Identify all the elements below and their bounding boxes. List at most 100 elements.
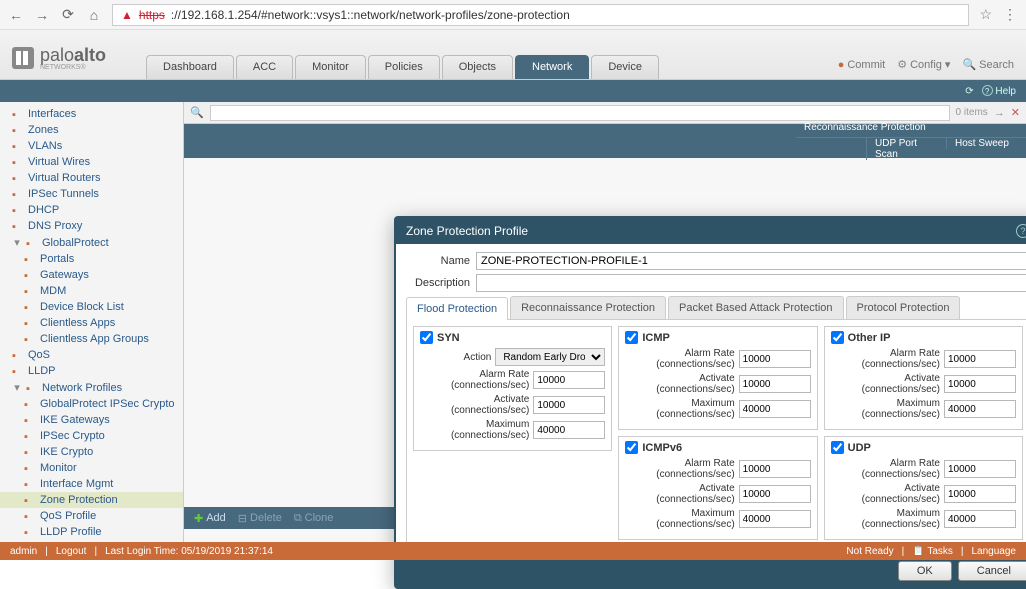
sidebar-item-dhcp[interactable]: ▪DHCP — [0, 202, 183, 218]
syn-alarm-input[interactable] — [533, 371, 605, 389]
logout-link[interactable]: Logout — [56, 546, 87, 557]
tasks-link[interactable]: 📋 Tasks — [912, 546, 953, 557]
modal-title-bar: Zone Protection Profile ? — [396, 218, 1026, 244]
icmpv6-fieldset: ICMPv6 Alarm Rate (connections/sec) Acti… — [618, 436, 817, 540]
close-icon[interactable]: ✕ — [1011, 106, 1020, 119]
reload-icon[interactable]: ⟳ — [60, 6, 76, 23]
context-bar: ⟳ ? Help — [0, 80, 1026, 102]
tab-dashboard[interactable]: Dashboard — [146, 55, 234, 79]
add-button[interactable]: ✚Add — [194, 512, 226, 525]
sidebar-item-ipsec-tunnels[interactable]: ▪IPSec Tunnels — [0, 186, 183, 202]
sidebar-item-lldp-profile[interactable]: ▪LLDP Profile — [0, 524, 183, 540]
header-actions: ●Commit ⚙Config▾ 🔍Search — [838, 58, 1014, 71]
commit-button[interactable]: ●Commit — [838, 58, 886, 71]
sidebar-item-globalprotect-ipsec-crypto[interactable]: ▪GlobalProtect IPSec Crypto — [0, 396, 183, 412]
syn-fieldset: SYN ActionRandom Early Drop Alarm Rate (… — [413, 326, 612, 451]
sidebar-item-zone-protection[interactable]: ▪Zone Protection — [0, 492, 183, 508]
refresh-icon[interactable]: ⟳ — [965, 86, 973, 97]
modal-help-icon[interactable]: ? — [1016, 224, 1026, 238]
cancel-button[interactable]: Cancel — [958, 561, 1026, 581]
status-bar: admin | Logout | Last Login Time: 05/19/… — [0, 542, 1026, 560]
syn-action-select[interactable]: Random Early Drop — [495, 348, 605, 366]
folder-icon: ▪ — [24, 511, 36, 521]
sidebar-item-ipsec-crypto[interactable]: ▪IPSec Crypto — [0, 428, 183, 444]
icmpv6-checkbox[interactable] — [625, 441, 638, 454]
folder-icon: ▪ — [24, 334, 36, 344]
sidebar-item-mdm[interactable]: ▪MDM — [0, 283, 183, 299]
grid-header: Reconnaissance Protection UDP Port Scan … — [184, 124, 1026, 158]
syn-maximum-input[interactable] — [533, 421, 605, 439]
clone-button[interactable]: ⧉Clone — [294, 512, 334, 525]
icmp-maximum-input[interactable] — [739, 400, 811, 418]
forward-icon[interactable]: → — [34, 7, 50, 23]
sidebar-item-device-block-list[interactable]: ▪Device Block List — [0, 299, 183, 315]
icmpv6-activate-input[interactable] — [739, 485, 811, 503]
folder-icon: ▪ — [12, 221, 24, 231]
udp-checkbox[interactable] — [831, 441, 844, 454]
sidebar-item-globalprotect[interactable]: ▾▪GlobalProtect — [0, 234, 183, 251]
tab-objects[interactable]: Objects — [442, 55, 513, 79]
otherip-alarm-input[interactable] — [944, 350, 1016, 368]
sidebar-item-clientless-apps[interactable]: ▪Clientless Apps — [0, 315, 183, 331]
udp-activate-input[interactable] — [944, 485, 1016, 503]
sidebar-item-vlans[interactable]: ▪VLANs — [0, 138, 183, 154]
syn-activate-input[interactable] — [533, 396, 605, 414]
folder-icon: ▪ — [24, 318, 36, 328]
language-link[interactable]: Language — [972, 546, 1017, 557]
sidebar-item-virtual-wires[interactable]: ▪Virtual Wires — [0, 154, 183, 170]
bookmark-icon[interactable]: ☆ — [979, 6, 992, 23]
tab-policies[interactable]: Policies — [368, 55, 440, 79]
sidebar-item-clientless-app-groups[interactable]: ▪Clientless App Groups — [0, 331, 183, 347]
tab-monitor[interactable]: Monitor — [295, 55, 366, 79]
otherip-maximum-input[interactable] — [944, 400, 1016, 418]
address-bar[interactable]: ▲ https://192.168.1.254/#network::vsys1:… — [112, 4, 969, 26]
clear-icon[interactable]: → — [994, 107, 1005, 119]
modal-tab-packet-based-attack-protection[interactable]: Packet Based Attack Protection — [668, 296, 843, 319]
icmp-activate-input[interactable] — [739, 375, 811, 393]
sidebar-item-interfaces[interactable]: ▪Interfaces — [0, 106, 183, 122]
icmp-checkbox[interactable] — [625, 331, 638, 344]
delete-button[interactable]: ⊟Delete — [238, 512, 282, 525]
icmpv6-alarm-input[interactable] — [739, 460, 811, 478]
tab-device[interactable]: Device — [591, 55, 659, 79]
sidebar-item-ike-crypto[interactable]: ▪IKE Crypto — [0, 444, 183, 460]
udp-maximum-input[interactable] — [944, 510, 1016, 528]
folder-icon: ▪ — [24, 415, 36, 425]
tab-acc[interactable]: ACC — [236, 55, 293, 79]
sidebar-item-ike-gateways[interactable]: ▪IKE Gateways — [0, 412, 183, 428]
sidebar-item-lldp[interactable]: ▪LLDP — [0, 363, 183, 379]
icmpv6-maximum-input[interactable] — [739, 510, 811, 528]
sidebar-item-gateways[interactable]: ▪Gateways — [0, 267, 183, 283]
sidebar-item-qos-profile[interactable]: ▪QoS Profile — [0, 508, 183, 524]
sidebar-item-virtual-routers[interactable]: ▪Virtual Routers — [0, 170, 183, 186]
modal-tab-protocol-protection[interactable]: Protocol Protection — [846, 296, 961, 319]
sidebar-item-network-profiles[interactable]: ▾▪Network Profiles — [0, 379, 183, 396]
syn-checkbox[interactable] — [420, 331, 433, 344]
sidebar-item-dns-proxy[interactable]: ▪DNS Proxy — [0, 218, 183, 234]
modal-tab-reconnaissance-protection[interactable]: Reconnaissance Protection — [510, 296, 666, 319]
sidebar-item-qos[interactable]: ▪QoS — [0, 347, 183, 363]
search-button[interactable]: 🔍Search — [962, 58, 1014, 71]
tab-network[interactable]: Network — [515, 55, 589, 79]
sidebar-item-interface-mgmt[interactable]: ▪Interface Mgmt — [0, 476, 183, 492]
sidebar-item-portals[interactable]: ▪Portals — [0, 251, 183, 267]
name-input[interactable] — [476, 252, 1026, 270]
description-input[interactable] — [476, 274, 1026, 292]
sidebar-item-monitor[interactable]: ▪Monitor — [0, 460, 183, 476]
udp-alarm-input[interactable] — [944, 460, 1016, 478]
config-button[interactable]: ⚙Config▾ — [897, 58, 950, 71]
search-icon: 🔍 — [190, 106, 204, 119]
home-icon[interactable]: ⌂ — [86, 7, 102, 23]
otherip-checkbox[interactable] — [831, 331, 844, 344]
otherip-activate-input[interactable] — [944, 375, 1016, 393]
menu-icon[interactable]: ⋮ — [1002, 6, 1018, 23]
ok-button[interactable]: OK — [898, 561, 952, 581]
modal-tab-flood-protection[interactable]: Flood Protection — [406, 297, 508, 320]
back-icon[interactable]: ← — [8, 7, 24, 23]
icmp-alarm-input[interactable] — [739, 350, 811, 368]
sidebar-item-zones[interactable]: ▪Zones — [0, 122, 183, 138]
folder-icon: ▪ — [12, 109, 24, 119]
grid-search-input[interactable] — [210, 105, 950, 121]
content-toolbar: 🔍 0 items → ✕ — [184, 102, 1026, 124]
help-link[interactable]: ? Help — [982, 85, 1016, 97]
